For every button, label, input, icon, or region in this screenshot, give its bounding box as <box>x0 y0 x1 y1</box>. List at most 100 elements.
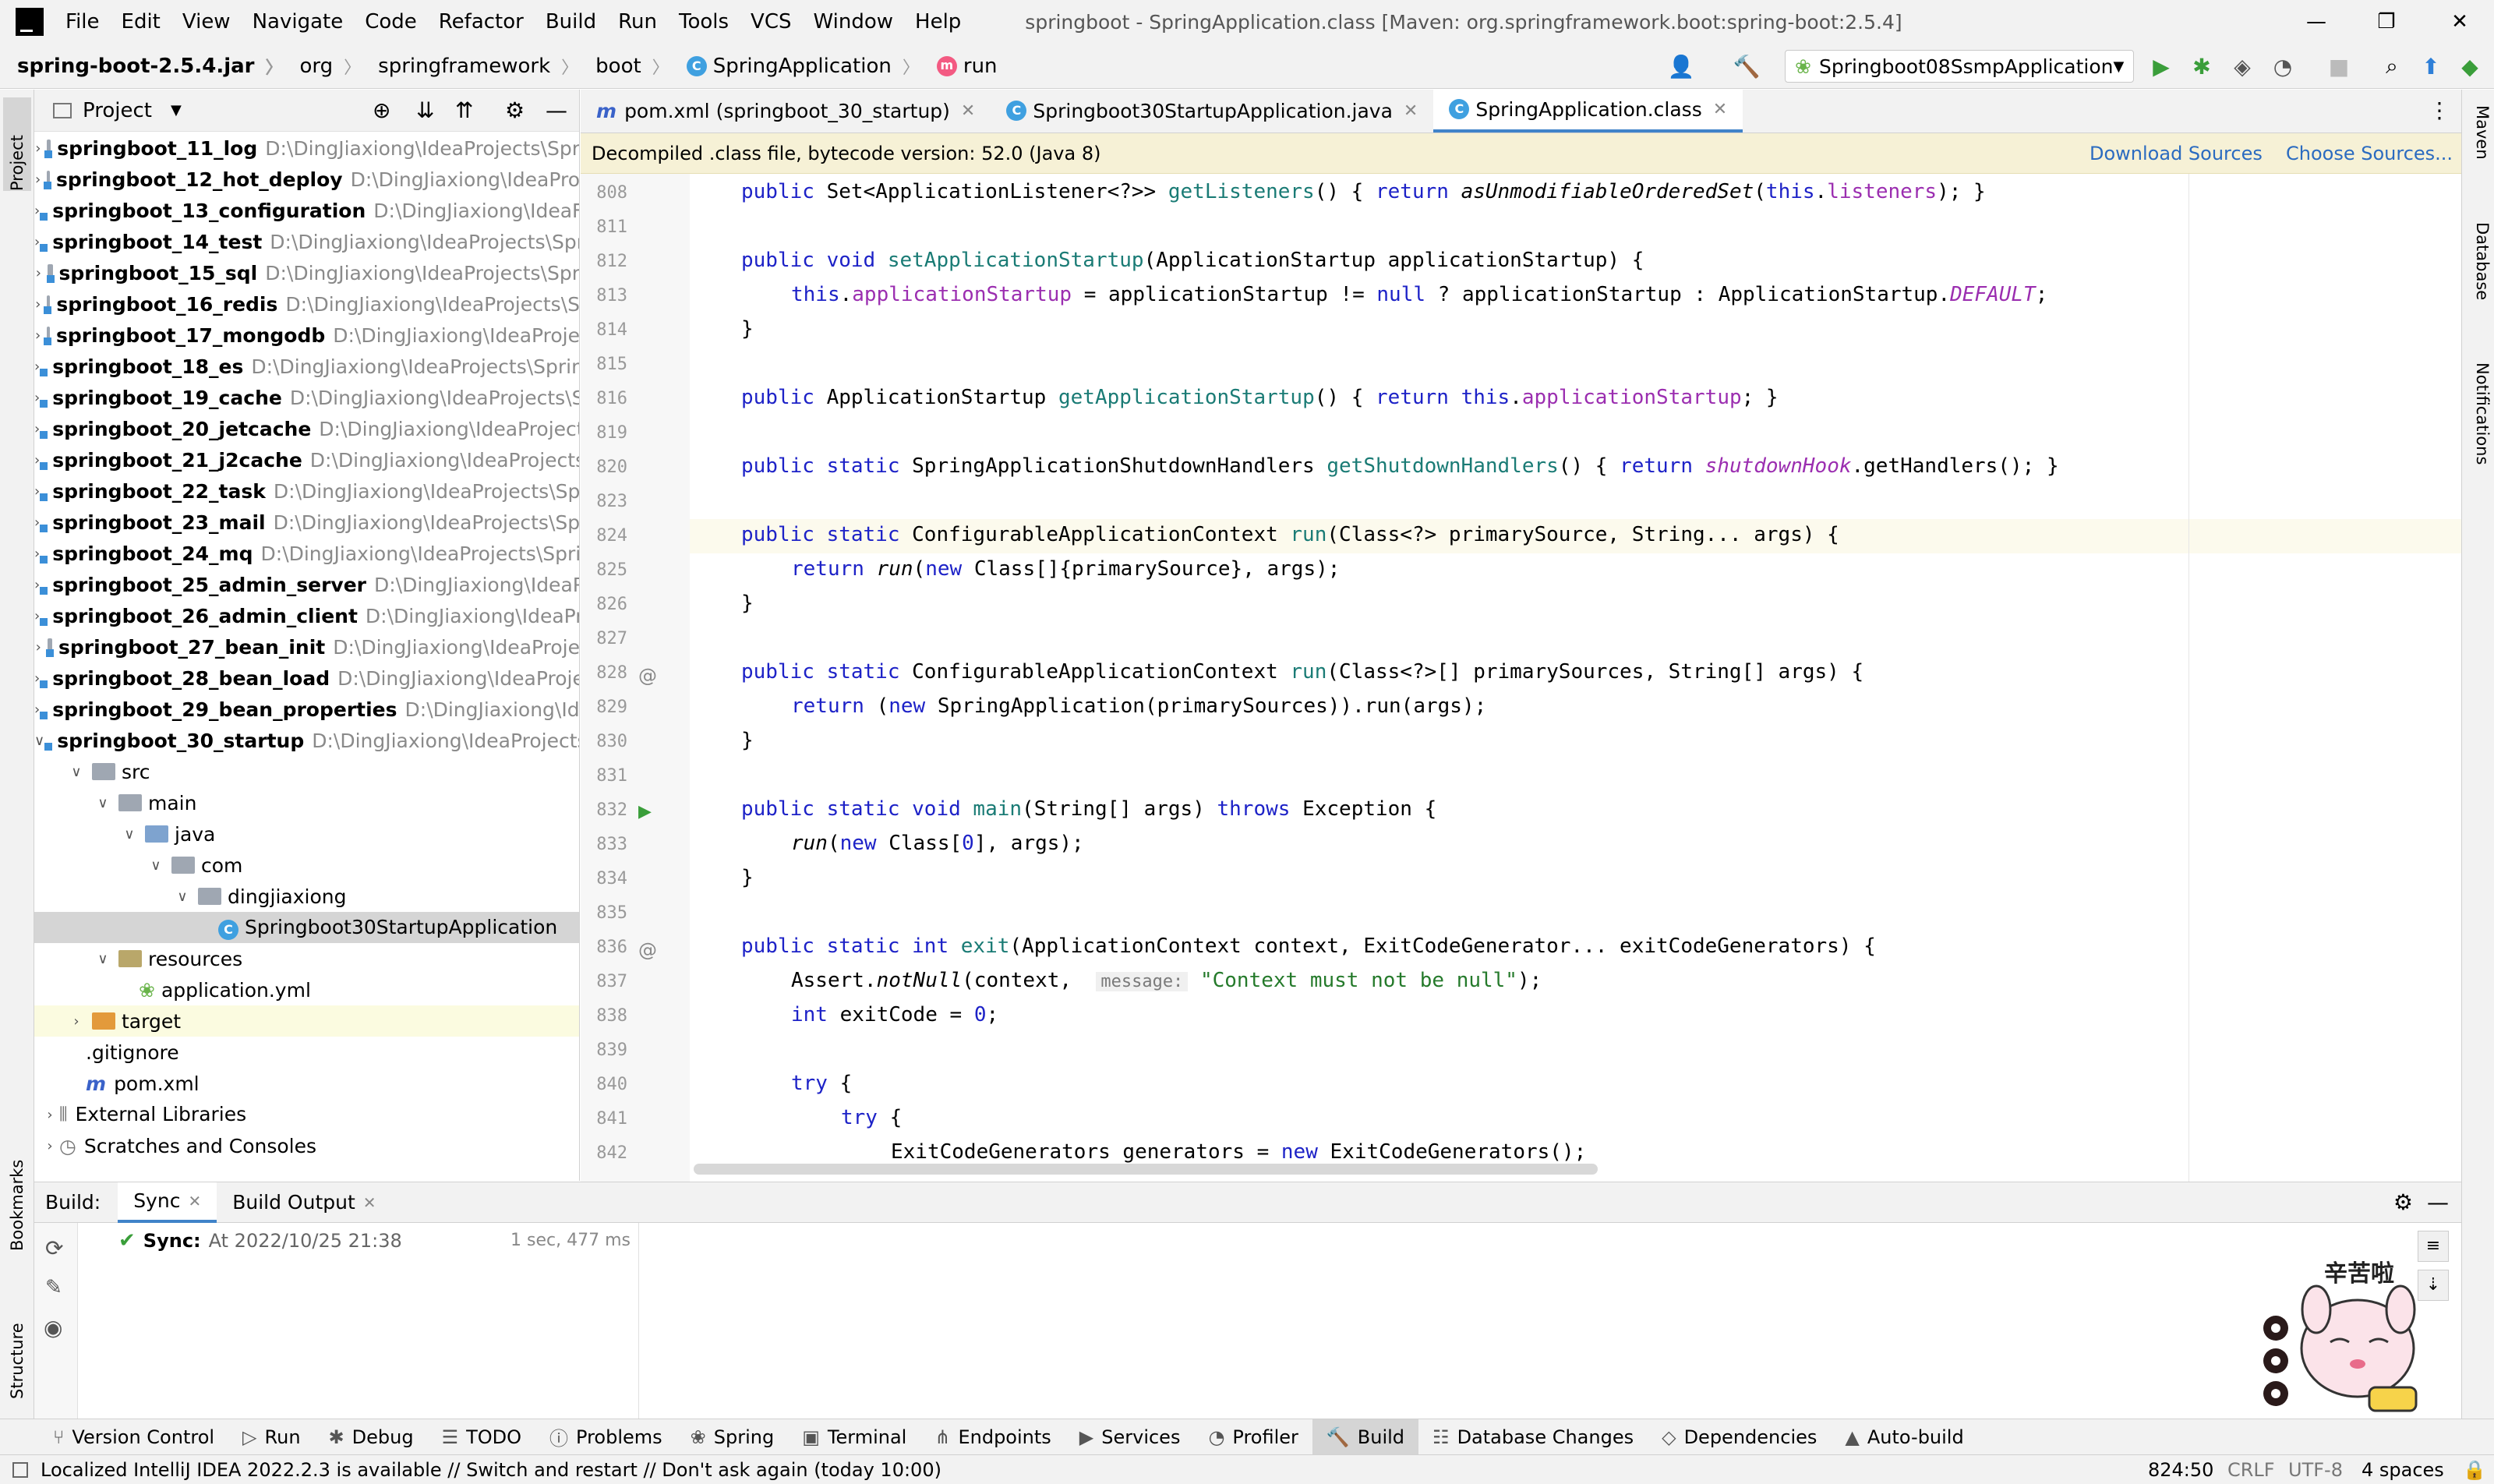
profile-icon[interactable]: ◔ <box>2268 51 2298 81</box>
override-marker-icon[interactable]: @ <box>638 939 657 961</box>
override-marker-icon[interactable]: @ <box>638 665 657 687</box>
chevron-right-icon[interactable]: › <box>34 421 40 437</box>
tree-row[interactable]: › springboot_15_sql D:\DingJiaxiong\IdeaPr… <box>34 257 579 288</box>
chevron-down-icon[interactable]: ∨ <box>67 764 86 780</box>
tree-row[interactable]: › springboot_18_es D:\DingJiaxiong\IdeaPro… <box>34 351 579 382</box>
tab-spring-application-class[interactable]: C SpringApplication.class ✕ <box>1433 89 1743 132</box>
tool-database-changes[interactable]: ☷ Database Changes <box>1418 1419 1648 1455</box>
caret-position[interactable]: 824:50 <box>2148 1459 2213 1481</box>
tree-row[interactable]: › ⫴ External Libraries <box>34 1099 579 1130</box>
chevron-right-icon[interactable]: › <box>41 1138 59 1154</box>
line-separator[interactable]: CRLF <box>2227 1459 2275 1481</box>
chevron-right-icon[interactable]: › <box>34 359 40 375</box>
project-side-tab[interactable]: Project <box>3 97 31 191</box>
project-panel-title[interactable]: Project <box>83 99 152 122</box>
tab-build-output[interactable]: Build Output ✕ <box>217 1182 391 1223</box>
tree-row[interactable]: › springboot_21_j2cache D:\DingJiaxiong\Id… <box>34 444 579 475</box>
tree-row[interactable]: ∨ main <box>34 787 579 818</box>
hide-icon[interactable]: — <box>2427 1189 2449 1215</box>
tree-row[interactable]: › springboot_14_test D:\DingJiaxiong\IdeaP… <box>34 226 579 257</box>
tree-row[interactable]: ❀ application.yml <box>34 974 579 1005</box>
lock-icon[interactable]: 🔒 <box>2463 1459 2486 1481</box>
chevron-down-icon[interactable]: ∨ <box>147 857 165 874</box>
menu-window[interactable]: Window <box>814 10 894 34</box>
tree-row[interactable]: › springboot_25_admin_server D:\DingJiaxio… <box>34 569 579 600</box>
coverage-icon[interactable]: ◈ <box>2227 51 2257 81</box>
tree-row[interactable]: › springboot_23_mail D:\DingJiaxiong\IdeaP… <box>34 507 579 538</box>
menu-code[interactable]: Code <box>365 10 417 34</box>
breadcrumb-org[interactable]: org 〉 <box>283 54 362 79</box>
menu-help[interactable]: Help <box>915 10 961 34</box>
breadcrumb-springframework[interactable]: springframework 〉 <box>361 54 578 79</box>
tool-endpoints[interactable]: ⋔ Endpoints <box>920 1419 1065 1455</box>
breadcrumb-method[interactable]: m run <box>920 55 998 78</box>
tool-problems[interactable]: ⓘ Problems <box>535 1419 676 1455</box>
menu-file[interactable]: File <box>65 10 100 34</box>
tree-row[interactable]: › target <box>34 1005 579 1037</box>
chevron-right-icon[interactable]: › <box>36 639 41 655</box>
build-hammer-icon[interactable]: 🔨 <box>1732 51 1761 81</box>
chevron-right-icon[interactable]: › <box>34 577 40 593</box>
tree-row[interactable]: › springboot_16_redis D:\DingJiaxiong\Idea… <box>34 288 579 320</box>
tree-row[interactable]: › springboot_22_task D:\DingJiaxiong\IdeaP… <box>34 475 579 507</box>
tool-todo[interactable]: ☰ TODO <box>428 1419 535 1455</box>
tree-row[interactable]: › springboot_26_admin_client D:\DingJiaxio… <box>34 600 579 631</box>
tree-row[interactable]: m pom.xml <box>34 1068 579 1099</box>
chevron-right-icon[interactable]: › <box>67 1013 86 1030</box>
more-tabs-icon[interactable]: ⋮ <box>2429 97 2450 123</box>
chevron-down-icon[interactable]: ∨ <box>173 889 192 905</box>
chevron-down-icon[interactable]: ∨ <box>34 733 44 749</box>
tree-row[interactable]: › springboot_13_configuration D:\DingJiaxi… <box>34 195 579 226</box>
tree-row[interactable]: › springboot_24_mq D:\DingJiaxiong\IdeaPro… <box>34 538 579 569</box>
pin-icon[interactable]: ✎ <box>45 1276 62 1299</box>
tree-row[interactable]: › ◷ Scratches and Consoles <box>34 1130 579 1161</box>
minimize-button[interactable]: — <box>2293 5 2340 39</box>
gear-icon[interactable]: ⚙ <box>505 97 525 123</box>
restore-button[interactable]: ❐ <box>2363 5 2410 39</box>
chevron-right-icon[interactable]: › <box>34 514 40 531</box>
menu-navigate[interactable]: Navigate <box>253 10 344 34</box>
chevron-down-icon[interactable]: ∨ <box>94 951 112 967</box>
menu-run[interactable]: Run <box>618 10 657 34</box>
chevron-right-icon[interactable]: › <box>41 1107 59 1123</box>
chevron-right-icon[interactable]: › <box>36 265 41 281</box>
expand-all-icon[interactable]: ⇊ <box>416 97 434 123</box>
stop-icon[interactable]: ■ <box>2324 51 2354 81</box>
tree-row[interactable]: › springboot_11_log D:\DingJiaxiong\IdeaPr… <box>34 132 579 164</box>
run-gutter-icon[interactable]: ▶ <box>638 802 652 822</box>
tool-spring[interactable]: ❀ Spring <box>676 1419 789 1455</box>
menu-view[interactable]: View <box>182 10 231 34</box>
notifications-side-tab[interactable]: Notifications <box>2467 362 2492 465</box>
indent-setting[interactable]: 4 spaces <box>2362 1459 2444 1481</box>
tree-row[interactable]: › springboot_17_mongodb D:\DingJiaxiong\Id… <box>34 320 579 351</box>
chevron-right-icon[interactable]: › <box>34 452 40 468</box>
file-encoding[interactable]: UTF-8 <box>2288 1459 2343 1481</box>
chevron-right-icon[interactable]: › <box>35 140 41 157</box>
close-window-button[interactable]: ✕ <box>2436 5 2483 39</box>
horizontal-scrollbar[interactable] <box>694 1164 1598 1175</box>
tree-row[interactable]: › springboot_19_cache D:\DingJiaxiong\Idea… <box>34 382 579 413</box>
gear-icon[interactable]: ⚙ <box>2393 1189 2413 1215</box>
tab-sync[interactable]: Sync ✕ <box>118 1182 217 1223</box>
breadcrumb-boot[interactable]: boot 〉 <box>578 54 669 79</box>
chevron-right-icon[interactable]: › <box>34 546 40 562</box>
breadcrumb-jar[interactable]: spring-boot-2.5.4.jar 〉 <box>0 54 283 79</box>
chevron-down-icon[interactable]: ∨ <box>120 826 139 843</box>
panel-toggle-icon[interactable] <box>12 1461 28 1478</box>
chevron-right-icon[interactable]: › <box>34 608 40 624</box>
tree-row[interactable]: ∨ springboot_30_startup D:\DingJiaxiong\Id… <box>34 725 579 756</box>
menu-vcs[interactable]: VCS <box>751 10 791 34</box>
tree-row[interactable]: ∨ java <box>34 818 579 850</box>
search-icon[interactable]: ⌕ <box>2377 51 2407 81</box>
choose-sources-link[interactable]: Choose Sources... <box>2286 143 2453 164</box>
download-sources-link[interactable]: Download Sources <box>2090 143 2263 164</box>
eye-icon[interactable]: ◉ <box>44 1315 62 1341</box>
tool-profiler[interactable]: ◔ Profiler <box>1194 1419 1312 1455</box>
database-side-tab[interactable]: Database <box>2467 222 2492 300</box>
tab-startup-application[interactable]: C Springboot30StartupApplication.java ✕ <box>991 89 1433 132</box>
tree-row[interactable]: › springboot_27_bean_init D:\DingJiaxiong\… <box>34 631 579 662</box>
chevron-right-icon[interactable]: › <box>34 701 40 718</box>
chevron-right-icon[interactable]: › <box>34 390 40 406</box>
tree-row[interactable]: › springboot_29_bean_properties D:\DingJia… <box>34 694 579 725</box>
menu-build[interactable]: Build <box>546 10 596 34</box>
